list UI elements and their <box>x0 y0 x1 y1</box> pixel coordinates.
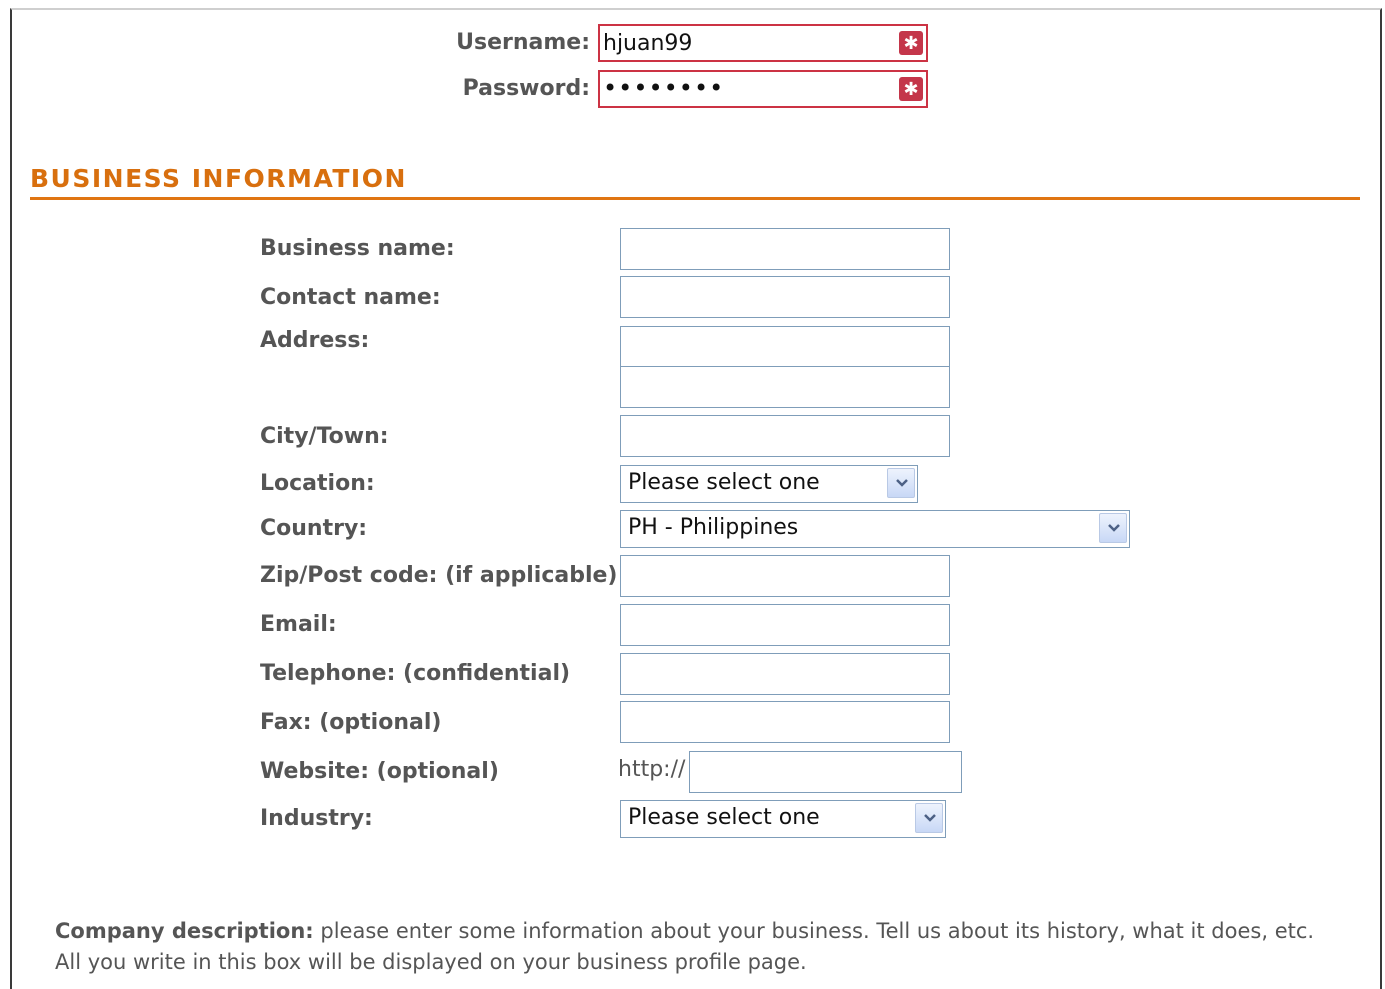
email-label: Email: <box>260 612 337 637</box>
contact-name-field[interactable] <box>620 276 950 318</box>
website-label: Website: (optional) <box>260 759 499 784</box>
contact-name-input[interactable] <box>621 277 949 317</box>
password-label: Password: <box>462 76 590 101</box>
industry-label: Industry: <box>260 806 373 831</box>
business-name-input[interactable] <box>621 229 949 269</box>
website-field[interactable] <box>689 751 962 793</box>
chevron-down-icon[interactable] <box>1099 513 1127 543</box>
address-line1-input[interactable] <box>621 327 949 367</box>
telephone-input[interactable] <box>621 654 949 694</box>
business-name-label: Business name: <box>260 236 455 261</box>
company-description-help: Company description: please enter some i… <box>55 916 1345 978</box>
country-select[interactable]: PH - Philippines <box>620 510 1130 548</box>
city-input[interactable] <box>621 416 949 456</box>
telephone-field[interactable] <box>620 653 950 695</box>
telephone-label: Telephone: (confidential) <box>260 661 571 686</box>
website-input[interactable] <box>690 752 961 792</box>
section-title: BUSINESS INFORMATION <box>30 164 407 193</box>
username-input[interactable] <box>603 28 893 58</box>
password-input[interactable] <box>603 73 893 103</box>
city-label: City/Town: <box>260 424 389 449</box>
zip-label: Zip/Post code: (if applicable) <box>260 563 618 588</box>
address-line1-field[interactable] <box>620 326 950 368</box>
required-asterisk-icon: ✱ <box>899 77 923 101</box>
website-prefix: http:// <box>618 757 686 782</box>
fax-label: Fax: (optional) <box>260 710 442 735</box>
industry-selected-value: Please select one <box>628 805 820 830</box>
country-label: Country: <box>260 516 368 541</box>
username-field[interactable]: ✱ <box>598 24 928 62</box>
email-field[interactable] <box>620 604 950 646</box>
email-input[interactable] <box>621 605 949 645</box>
business-name-field[interactable] <box>620 228 950 270</box>
zip-field[interactable] <box>620 555 950 597</box>
username-label: Username: <box>456 30 590 55</box>
address-label: Address: <box>260 328 370 353</box>
fax-field[interactable] <box>620 701 950 743</box>
chevron-down-icon[interactable] <box>915 803 943 833</box>
location-selected-value: Please select one <box>628 470 820 495</box>
password-field[interactable]: ✱ <box>598 70 928 108</box>
section-divider <box>30 197 1360 200</box>
industry-select[interactable]: Please select one <box>620 800 946 838</box>
zip-input[interactable] <box>621 556 949 596</box>
fax-input[interactable] <box>621 702 949 742</box>
contact-name-label: Contact name: <box>260 285 441 310</box>
location-select[interactable]: Please select one <box>620 465 918 503</box>
company-description-label: Company description: <box>55 919 314 943</box>
address-line2-input[interactable] <box>621 367 949 407</box>
country-selected-value: PH - Philippines <box>628 515 799 540</box>
city-field[interactable] <box>620 415 950 457</box>
location-label: Location: <box>260 471 375 496</box>
address-line2-field[interactable] <box>620 366 950 408</box>
required-asterisk-icon: ✱ <box>899 31 923 55</box>
chevron-down-icon[interactable] <box>887 468 915 498</box>
